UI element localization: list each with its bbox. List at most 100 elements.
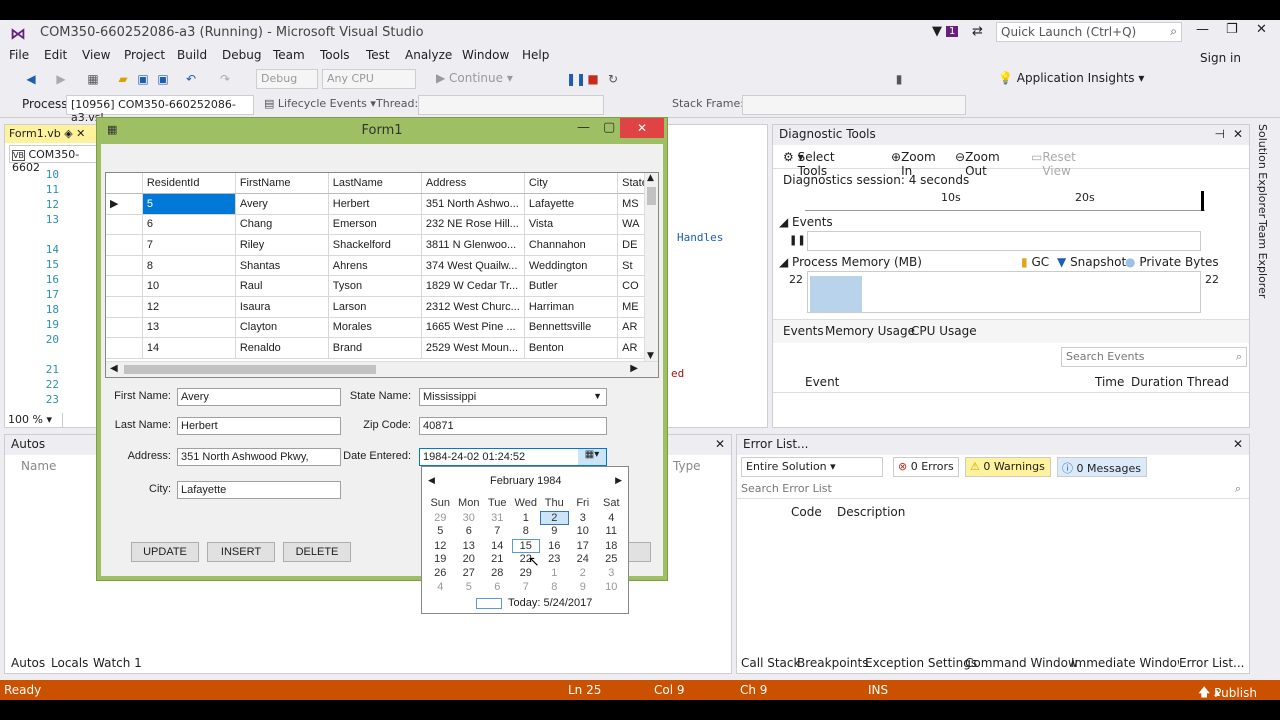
- tab-command-window[interactable]: Command Window: [965, 656, 1078, 670]
- table-row[interactable]: 12 Isaura Larson 2312 West Churc... Harriman…: [106, 296, 658, 318]
- grid-cell[interactable]: Vista: [524, 214, 619, 236]
- sign-in-link[interactable]: Sign in: [1200, 51, 1241, 65]
- tab-exception-settings[interactable]: Exception Settings: [865, 656, 977, 670]
- row-header[interactable]: [106, 234, 143, 256]
- calendar-day[interactable]: 20: [455, 553, 484, 565]
- col-event[interactable]: Event: [805, 375, 839, 389]
- solution-config-select[interactable]: Debug: [256, 69, 318, 89]
- grid-cell[interactable]: Renaldo: [235, 337, 329, 359]
- state-name-select[interactable]: Mississippi ▼: [419, 388, 607, 406]
- solution-platform-select[interactable]: Any CPU: [322, 69, 416, 89]
- row-header[interactable]: [106, 317, 143, 339]
- calendar-day[interactable]: 12: [426, 540, 455, 552]
- tab-call-stack[interactable]: Call Stack: [741, 656, 800, 670]
- grid-cell[interactable]: Lafayette: [524, 193, 619, 215]
- grid-cell[interactable]: 8: [142, 255, 236, 277]
- residents-grid[interactable]: ResidentId FirstName LastName Address Ci…: [105, 172, 659, 378]
- pause-icon[interactable]: ❚❚: [566, 72, 586, 86]
- search-error-list-input[interactable]: Search Error List ⌕: [737, 479, 1249, 499]
- tab-autos[interactable]: Autos: [11, 656, 46, 670]
- table-row[interactable]: ▶ 5 Avery Herbert 351 North Ashwo... Lafayett…: [106, 193, 658, 215]
- calendar-day[interactable]: 1: [512, 512, 541, 524]
- new-project-icon[interactable]: ▦: [86, 72, 100, 86]
- calendar-today-link[interactable]: Today: 5/24/2017: [508, 597, 592, 609]
- tab-memory-usage[interactable]: Memory Usage: [825, 324, 915, 338]
- calendar-day[interactable]: 7: [483, 525, 512, 537]
- first-name-field[interactable]: Avery: [177, 388, 341, 406]
- messages-filter-button[interactable]: ⓘ 0 Messages: [1057, 457, 1147, 477]
- menu-window[interactable]: Window: [462, 48, 509, 62]
- grid-cell[interactable]: 2312 West Churc...: [421, 296, 525, 318]
- menu-debug[interactable]: Debug: [222, 48, 261, 62]
- menu-project[interactable]: Project: [124, 48, 165, 62]
- restore-button[interactable]: ❐: [1226, 22, 1238, 37]
- calendar-day[interactable]: 17: [569, 540, 598, 552]
- scroll-thumb[interactable]: [647, 187, 656, 205]
- grid-cell[interactable]: 232 NE Rose Hill...: [421, 214, 525, 236]
- calendar-day[interactable]: 4: [426, 581, 455, 593]
- row-header[interactable]: [106, 275, 143, 298]
- scroll-left-icon[interactable]: ◀: [110, 363, 118, 374]
- address-field[interactable]: 351 North Ashwood Pkwy,: [177, 448, 341, 466]
- reset-view-button[interactable]: ▭ Reset View: [1031, 150, 1076, 178]
- calendar-day[interactable]: 4: [597, 512, 626, 524]
- calendar-day[interactable]: 1: [540, 567, 569, 579]
- next-month-icon[interactable]: ▶: [615, 475, 622, 486]
- thread-select[interactable]: [418, 95, 604, 115]
- menu-file[interactable]: File: [9, 48, 29, 62]
- search-events-input[interactable]: Search Events ⌕: [1061, 347, 1247, 367]
- calendar-day[interactable]: 13: [455, 540, 484, 552]
- menu-edit[interactable]: Edit: [44, 48, 67, 62]
- scroll-right-icon[interactable]: ▶: [630, 363, 638, 374]
- back-icon[interactable]: ◀: [24, 72, 38, 86]
- grid-horizontal-scrollbar[interactable]: ◀ ▶: [106, 361, 658, 377]
- grid-cell[interactable]: 5: [142, 193, 236, 215]
- tab-cpu-usage[interactable]: CPU Usage: [911, 324, 977, 338]
- continue-button[interactable]: ▶ Continue ▾: [436, 71, 513, 85]
- close-window-button[interactable]: ✕: [1256, 22, 1267, 37]
- delete-button[interactable]: DELETE: [283, 542, 351, 562]
- col-time[interactable]: Time: [1095, 375, 1124, 389]
- grid-col-lastname[interactable]: LastName: [328, 173, 422, 195]
- grid-cell[interactable]: Raul: [235, 275, 329, 298]
- feedback-icon[interactable]: ⇄: [972, 24, 983, 39]
- zoom-in-button[interactable]: ⊕ Zoom In: [891, 150, 936, 178]
- forward-icon[interactable]: ▶: [54, 72, 68, 86]
- notification-badge[interactable]: 1: [946, 26, 959, 37]
- grid-cell[interactable]: 12: [142, 296, 236, 318]
- grid-cell[interactable]: Ahrens: [328, 255, 422, 277]
- date-entered-picker[interactable]: 1984-24-02 01:24:52 ▦▾: [419, 448, 607, 466]
- calendar-day-highlighted[interactable]: 15: [511, 539, 540, 553]
- calendar-day[interactable]: 9: [569, 581, 598, 593]
- redo-icon[interactable]: ↷: [218, 72, 232, 86]
- insert-button[interactable]: INSERT: [207, 542, 275, 562]
- tab-watch-1[interactable]: Watch 1: [93, 656, 142, 670]
- zoom-level[interactable]: 100 % ▾: [5, 413, 63, 427]
- table-row[interactable]: 13 Clayton Morales 1665 West Pine ... Bennet…: [106, 317, 658, 339]
- table-row[interactable]: 7 Riley Shackelford 3811 N Glenwoo... Channa…: [106, 234, 658, 256]
- grid-cell[interactable]: 14: [142, 337, 236, 359]
- city-field[interactable]: Lafayette: [177, 481, 341, 499]
- menu-test[interactable]: Test: [366, 48, 390, 62]
- grid-cell[interactable]: Bennettsville: [524, 317, 619, 339]
- tab-immediate-window[interactable]: Immediate Window: [1071, 656, 1187, 670]
- scroll-up-icon[interactable]: ▲: [647, 173, 654, 183]
- menu-team[interactable]: Team: [273, 48, 305, 62]
- menu-view[interactable]: View: [82, 48, 110, 62]
- grid-col-city[interactable]: City: [524, 173, 619, 195]
- row-header[interactable]: [106, 296, 143, 318]
- calendar-day[interactable]: 21: [483, 553, 512, 565]
- grid-cell[interactable]: 1829 W Cedar Tr...: [421, 275, 525, 298]
- calendar-day[interactable]: 23: [540, 553, 569, 565]
- calendar-day[interactable]: 27: [455, 567, 484, 579]
- editor-file-dropdown[interactable]: VB COM350-6602: [9, 145, 101, 174]
- calendar-day[interactable]: 10: [597, 581, 626, 593]
- row-header[interactable]: [106, 255, 143, 277]
- grid-cell[interactable]: Isaura: [235, 296, 329, 318]
- grid-cell[interactable]: Butler: [524, 275, 619, 298]
- tab-breakpoints[interactable]: Breakpoints: [797, 656, 868, 670]
- calendar-day[interactable]: 16: [540, 540, 569, 552]
- month-calendar-popup[interactable]: ◀ February 1984 ▶ Sun Mon Tue Wed Thu Fri Sat …: [421, 466, 629, 614]
- last-name-field[interactable]: Herbert: [177, 417, 341, 435]
- select-tools-button[interactable]: ⚙ Select Tools ▾: [783, 150, 835, 178]
